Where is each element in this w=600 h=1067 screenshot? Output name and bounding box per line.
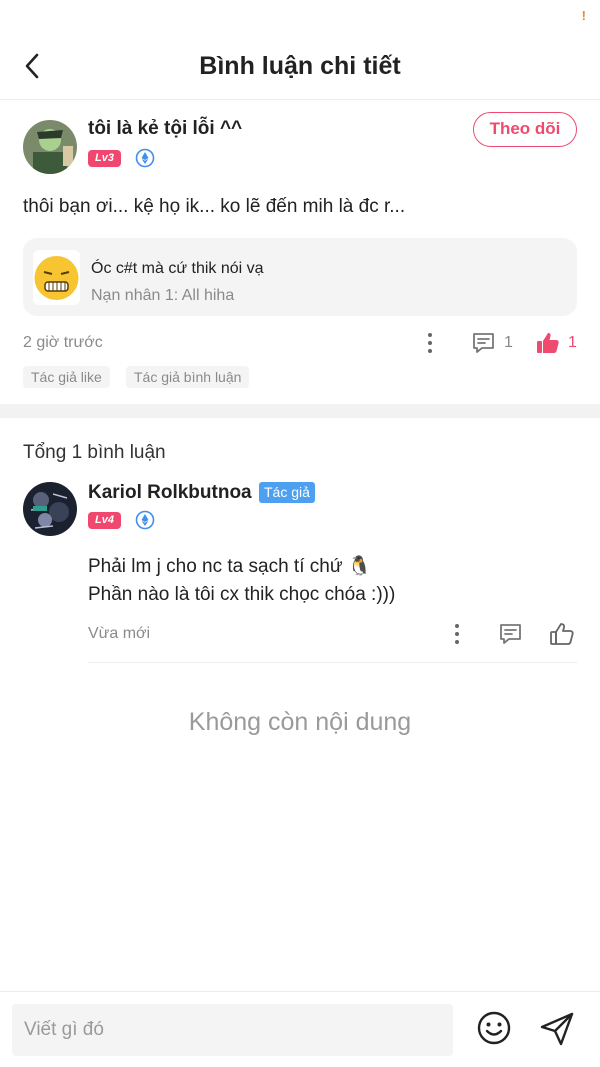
comment-text-line: Phần nào là tôi cx thik chọc chóa :))) — [88, 584, 396, 605]
comment-author-name[interactable]: Kariol Rolkbutnoa — [88, 482, 252, 504]
post-timestamp: 2 giờ trước — [23, 334, 103, 351]
post-author-name[interactable]: tôi là kẻ tội lỗi ^^ — [88, 118, 242, 140]
no-more-content: Không còn nội dung — [188, 708, 412, 736]
post-text: thôi bạn ơi... kệ họ ik... ko lẽ đến mih… — [23, 196, 406, 217]
follow-button[interactable]: Theo dõi — [473, 112, 577, 147]
comments-total: Tổng 1 bình luận — [23, 442, 166, 463]
more-dot — [455, 632, 459, 636]
comment-count: 1 — [504, 334, 513, 351]
quoted-post-card[interactable]: Óc c#t mà cứ thik nói vạ Nạn nhân 1: All… — [23, 238, 577, 316]
more-dot — [455, 640, 459, 644]
post-author-avatar[interactable] — [23, 120, 77, 174]
comment-input[interactable] — [12, 1004, 453, 1056]
original-post: tôi là kẻ tội lỗi ^^ Lv3 Theo dõi thôi b… — [0, 100, 600, 404]
comment-reply-button[interactable] — [498, 622, 523, 646]
emoji-button[interactable] — [476, 1010, 512, 1046]
post-like-button[interactable]: 1 — [536, 331, 577, 355]
post-comment-button[interactable]: 1 — [471, 331, 513, 355]
comment-timestamp: Vừa mới — [88, 625, 151, 642]
level-badge: Lv4 — [88, 512, 121, 529]
thumbs-up-icon — [537, 333, 559, 353]
comment-more-button[interactable] — [447, 621, 467, 647]
verified-icon — [135, 510, 155, 530]
thumbs-up-outline-icon — [550, 623, 574, 645]
page-title: Bình luận chi tiết — [199, 52, 401, 80]
comment-like-button[interactable] — [549, 621, 575, 647]
more-dot — [428, 333, 432, 337]
comment-separator — [88, 662, 577, 663]
level-badge: Lv3 — [88, 150, 121, 167]
author-badge: Tác giả — [259, 482, 315, 503]
tag-author-liked: Tác giả like — [23, 366, 110, 388]
more-dot — [455, 624, 459, 628]
more-dot — [428, 349, 432, 353]
comment-composer — [0, 991, 600, 1067]
post-more-button[interactable] — [420, 330, 440, 356]
comments-section: Tổng 1 bình luận Kariol Rolkbutnoa Tác g… — [0, 418, 600, 978]
tag-author-commented: Tác giả bình luận — [126, 366, 250, 388]
comment-icon — [500, 624, 521, 644]
quoted-post-title: Óc c#t mà cứ thik nói vạ — [91, 260, 264, 277]
like-count: 1 — [568, 334, 577, 351]
send-icon — [540, 1012, 574, 1046]
quoted-post-subtitle: Nạn nhân 1: All hiha — [91, 287, 235, 304]
comment-author-avatar[interactable] — [23, 482, 77, 536]
comment-icon — [473, 333, 494, 353]
more-dot — [428, 341, 432, 345]
quoted-post-thumbnail — [33, 250, 80, 305]
send-button[interactable] — [538, 1010, 576, 1048]
comment-text-line: Phải lm j cho nc ta sạch tí chứ 🐧 — [88, 556, 372, 577]
smiley-icon — [477, 1011, 511, 1045]
section-divider — [0, 404, 600, 418]
header: Bình luận chi tiết — [0, 0, 600, 100]
verified-icon — [135, 148, 155, 168]
